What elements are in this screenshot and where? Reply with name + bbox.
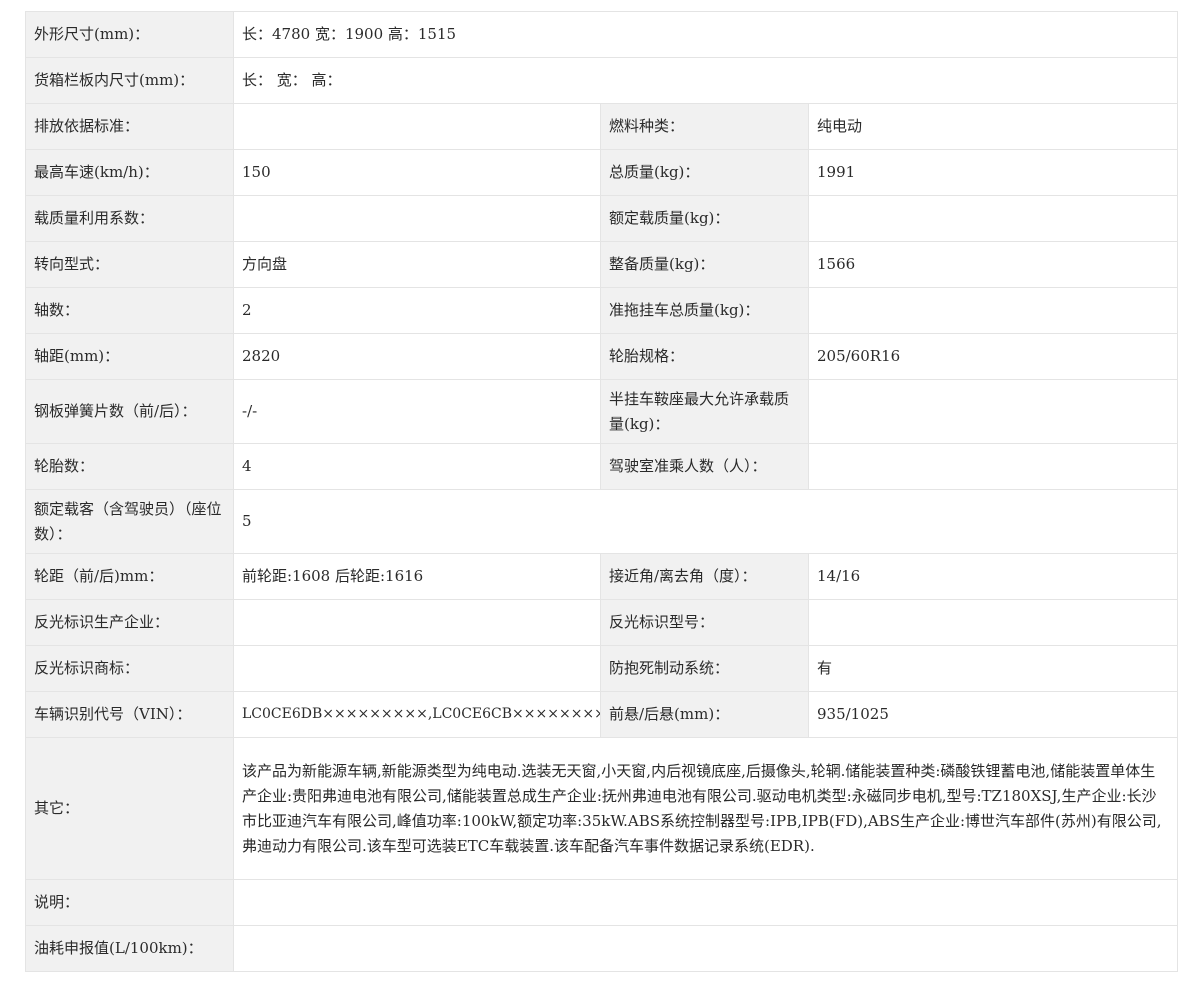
table-row: 外形尺寸(mm)： 长：4780 宽：1900 高：1515 xyxy=(25,11,1179,58)
table-row: 轴数： 2 准拖挂车总质量(kg)： xyxy=(25,287,1179,334)
label-fuel-type: 燃料种类： xyxy=(600,103,809,150)
value-cab-seating xyxy=(807,443,1179,490)
label-saddle-load: 半挂车鞍座最大允许承载质量(kg)： xyxy=(600,379,809,444)
label-track-width: 轮距（前/后)mm： xyxy=(25,553,234,600)
vehicle-spec-table: 外形尺寸(mm)： 长：4780 宽：1900 高：1515 货箱栏板内尺寸(m… xyxy=(25,11,1179,972)
value-wheelbase: 2820 xyxy=(233,333,601,380)
table-row: 轮胎数： 4 驾驶室准乘人数（人）： xyxy=(25,443,1179,490)
table-row: 其它： 该产品为新能源车辆,新能源类型为纯电动.选装无天窗,小天窗,内后视镜底座… xyxy=(25,737,1179,880)
table-row: 轴距(mm)： 2820 轮胎规格： 205/60R16 xyxy=(25,333,1179,380)
label-tire-spec: 轮胎规格： xyxy=(600,333,809,380)
value-notes xyxy=(232,879,1179,926)
value-max-speed: 150 xyxy=(233,149,601,196)
value-reflector-manufacturer xyxy=(233,599,601,646)
table-row: 反光标识商标： 防抱死制动系统： 有 xyxy=(25,645,1179,692)
value-cargo-box-size: 长： 宽： 高： xyxy=(232,57,1179,104)
value-steering-type: 方向盘 xyxy=(233,241,601,288)
table-row: 最高车速(km/h)： 150 总质量(kg)： 1991 xyxy=(25,149,1179,196)
label-gross-mass: 总质量(kg)： xyxy=(600,149,809,196)
table-row: 车辆识别代号（VIN）： LC0CE6DB×××××××××,LC0CE6CB×… xyxy=(25,691,1179,738)
label-abs: 防抱死制动系统： xyxy=(600,645,809,692)
label-leaf-springs: 钢板弹簧片数（前/后）： xyxy=(25,379,234,444)
table-row: 反光标识生产企业： 反光标识型号： xyxy=(25,599,1179,646)
label-reflector-brand: 反光标识商标： xyxy=(25,645,234,692)
table-row: 转向型式： 方向盘 整备质量(kg)： 1566 xyxy=(25,241,1179,288)
value-reflector-brand xyxy=(233,645,601,692)
value-reflector-model xyxy=(807,599,1179,646)
table-row: 钢板弹簧片数（前/后）： -/- 半挂车鞍座最大允许承载质量(kg)： xyxy=(25,379,1179,444)
label-reflector-manufacturer: 反光标识生产企业： xyxy=(25,599,234,646)
table-row: 额定载客（含驾驶员）（座位数）： 5 xyxy=(25,489,1179,554)
table-row: 货箱栏板内尺寸(mm)： 长： 宽： 高： xyxy=(25,57,1179,104)
label-overhang: 前悬/后悬(mm)： xyxy=(600,691,809,738)
label-trailer-mass: 准拖挂车总质量(kg)： xyxy=(600,287,809,334)
label-max-speed: 最高车速(km/h)： xyxy=(25,149,234,196)
label-approach-departure-angle: 接近角/离去角（度）： xyxy=(600,553,809,600)
label-fuel-consumption: 油耗申报值(L/100km)： xyxy=(25,925,234,972)
value-track-width: 前轮距:1608 后轮距:1616 xyxy=(233,553,601,600)
value-dimensions: 长：4780 宽：1900 高：1515 xyxy=(232,11,1179,58)
table-row: 排放依据标准： 燃料种类： 纯电动 xyxy=(25,103,1179,150)
value-fuel-consumption xyxy=(232,925,1179,972)
value-vin: LC0CE6DB×××××××××,LC0CE6CB××××××××× xyxy=(233,691,601,738)
value-tire-spec: 205/60R16 xyxy=(807,333,1179,380)
value-fuel-type: 纯电动 xyxy=(807,103,1179,150)
value-curb-mass: 1566 xyxy=(807,241,1179,288)
value-gross-mass: 1991 xyxy=(807,149,1179,196)
label-rated-load: 额定载质量(kg)： xyxy=(600,195,809,242)
label-curb-mass: 整备质量(kg)： xyxy=(600,241,809,288)
value-tire-count: 4 xyxy=(233,443,601,490)
label-load-utilization: 载质量利用系数： xyxy=(25,195,234,242)
label-emission-standard: 排放依据标准： xyxy=(25,103,234,150)
label-tire-count: 轮胎数： xyxy=(25,443,234,490)
table-row: 说明： xyxy=(25,879,1179,926)
value-trailer-mass xyxy=(807,287,1179,334)
value-approach-departure-angle: 14/16 xyxy=(807,553,1179,600)
value-load-utilization xyxy=(233,195,601,242)
value-abs: 有 xyxy=(807,645,1179,692)
label-vin: 车辆识别代号（VIN）： xyxy=(25,691,234,738)
value-leaf-springs: -/- xyxy=(233,379,601,444)
label-wheelbase: 轴距(mm)： xyxy=(25,333,234,380)
value-axle-count: 2 xyxy=(233,287,601,334)
label-dimensions: 外形尺寸(mm)： xyxy=(25,11,234,58)
value-rated-load xyxy=(807,195,1179,242)
table-row: 载质量利用系数： 额定载质量(kg)： xyxy=(25,195,1179,242)
label-reflector-model: 反光标识型号： xyxy=(600,599,809,646)
label-rated-passengers: 额定载客（含驾驶员）（座位数）： xyxy=(25,489,234,554)
table-row: 油耗申报值(L/100km)： xyxy=(25,925,1179,972)
value-emission-standard xyxy=(233,103,601,150)
label-notes: 说明： xyxy=(25,879,234,926)
value-saddle-load xyxy=(807,379,1179,444)
label-steering-type: 转向型式： xyxy=(25,241,234,288)
label-cargo-box-size: 货箱栏板内尺寸(mm)： xyxy=(25,57,234,104)
table-row: 轮距（前/后)mm： 前轮距:1608 后轮距:1616 接近角/离去角（度）：… xyxy=(25,553,1179,600)
value-rated-passengers: 5 xyxy=(232,489,1179,554)
label-cab-seating: 驾驶室准乘人数（人）： xyxy=(600,443,809,490)
value-overhang: 935/1025 xyxy=(807,691,1179,738)
label-axle-count: 轴数： xyxy=(25,287,234,334)
value-other: 该产品为新能源车辆,新能源类型为纯电动.选装无天窗,小天窗,内后视镜底座,后摄像… xyxy=(232,737,1179,880)
label-other: 其它： xyxy=(25,737,234,880)
